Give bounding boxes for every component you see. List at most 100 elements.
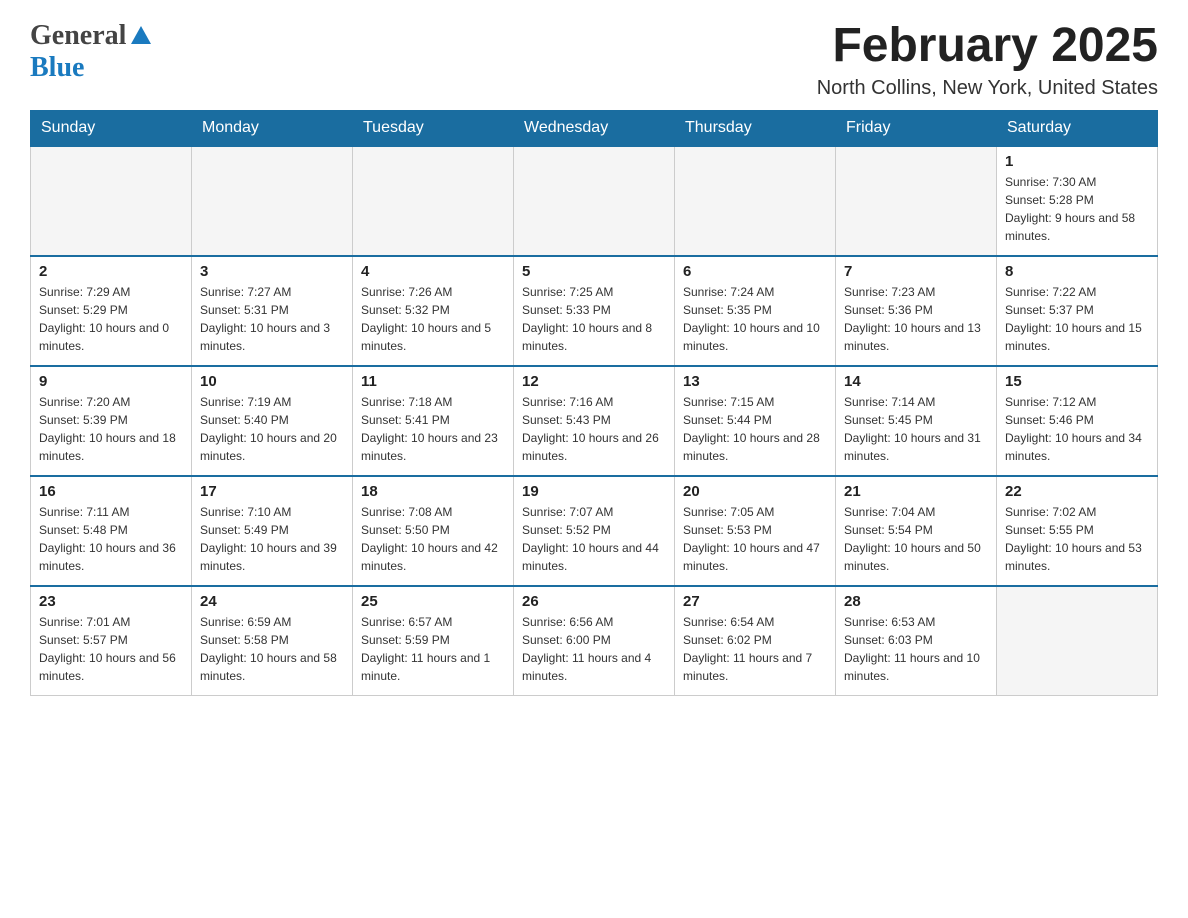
calendar-cell: 20Sunrise: 7:05 AMSunset: 5:53 PMDayligh… [675,476,836,586]
calendar-header-sunday: Sunday [31,110,192,146]
day-number: 23 [39,593,183,610]
calendar-cell: 4 Sunrise: 7:26 AMSunset: 5:32 PMDaylight… [353,256,514,366]
day-number: 27 [683,593,827,610]
calendar-cell: 12 Sunrise: 7:16 AMSunset: 5:43 PMDayligh… [514,366,675,476]
logo: General Blue [30,20,151,84]
day-info: Sunrise: 7:25 AMSunset: 5:33 PMDaylight:… [522,283,666,355]
day-number: 24 [200,593,344,610]
calendar-cell: 24 Sunrise: 6:59 AMSunset: 5:58 PMDayligh… [192,586,353,696]
calendar-cell: 1Sunrise: 7:30 AMSunset: 5:28 PMDaylight… [997,146,1158,256]
calendar-cell: 15 Sunrise: 7:12 AMSunset: 5:46 PMDayligh… [997,366,1158,476]
calendar-cell: 9 Sunrise: 7:20 AMSunset: 5:39 PMDaylight… [31,366,192,476]
calendar-cell: 22Sunrise: 7:02 AMSunset: 5:55 PMDayligh… [997,476,1158,586]
day-number: 26 [522,593,666,610]
page-header: General Blue February 2025 North Collins… [30,20,1158,100]
calendar-cell [192,146,353,256]
day-number: 5 [522,263,666,280]
day-number: 4 [361,263,505,280]
day-info: Sunrise: 7:15 AMSunset: 5:44 PMDaylight:… [683,393,827,465]
month-title: February 2025 [817,20,1158,73]
day-number: 10 [200,373,344,390]
day-info: Sunrise: 7:10 AMSunset: 5:49 PMDaylight:… [200,503,344,575]
day-number: 8 [1005,263,1149,280]
day-number: 14 [844,373,988,390]
day-info: Sunrise: 7:04 AMSunset: 5:54 PMDaylight:… [844,503,988,575]
day-info: Sunrise: 6:56 AMSunset: 6:00 PMDaylight:… [522,613,666,685]
calendar-table: SundayMondayTuesdayWednesdayThursdayFrid… [30,110,1158,697]
day-info: Sunrise: 7:27 AMSunset: 5:31 PMDaylight:… [200,283,344,355]
logo-general-text: General [30,20,126,52]
day-number: 17 [200,483,344,500]
day-info: Sunrise: 7:22 AMSunset: 5:37 PMDaylight:… [1005,283,1149,355]
calendar-cell: 2 Sunrise: 7:29 AMSunset: 5:29 PMDaylight… [31,256,192,366]
day-info: Sunrise: 6:53 AMSunset: 6:03 PMDaylight:… [844,613,988,685]
day-info: Sunrise: 7:20 AMSunset: 5:39 PMDaylight:… [39,393,183,465]
day-number: 9 [39,373,183,390]
day-number: 3 [200,263,344,280]
day-info: Sunrise: 7:26 AMSunset: 5:32 PMDaylight:… [361,283,505,355]
day-info: Sunrise: 7:19 AMSunset: 5:40 PMDaylight:… [200,393,344,465]
calendar-week-row: 1Sunrise: 7:30 AMSunset: 5:28 PMDaylight… [31,146,1158,256]
day-number: 13 [683,373,827,390]
logo-blue-text: Blue [30,52,84,83]
calendar-cell: 25 Sunrise: 6:57 AMSunset: 5:59 PMDayligh… [353,586,514,696]
calendar-cell [31,146,192,256]
day-number: 28 [844,593,988,610]
calendar-cell: 10 Sunrise: 7:19 AMSunset: 5:40 PMDayligh… [192,366,353,476]
calendar-cell [997,586,1158,696]
day-info: Sunrise: 6:57 AMSunset: 5:59 PMDaylight:… [361,613,505,685]
calendar-header-saturday: Saturday [997,110,1158,146]
calendar-cell [514,146,675,256]
day-number: 25 [361,593,505,610]
day-number: 19 [522,483,666,500]
day-number: 2 [39,263,183,280]
calendar-header-row: SundayMondayTuesdayWednesdayThursdayFrid… [31,110,1158,146]
calendar-cell: 11 Sunrise: 7:18 AMSunset: 5:41 PMDayligh… [353,366,514,476]
day-info: Sunrise: 7:18 AMSunset: 5:41 PMDaylight:… [361,393,505,465]
calendar-cell: 16 Sunrise: 7:11 AMSunset: 5:48 PMDayligh… [31,476,192,586]
day-info: Sunrise: 7:16 AMSunset: 5:43 PMDaylight:… [522,393,666,465]
calendar-header-monday: Monday [192,110,353,146]
calendar-cell: 13 Sunrise: 7:15 AMSunset: 5:44 PMDayligh… [675,366,836,476]
calendar-header-friday: Friday [836,110,997,146]
calendar-cell: 5 Sunrise: 7:25 AMSunset: 5:33 PMDaylight… [514,256,675,366]
calendar-cell: 28 Sunrise: 6:53 AMSunset: 6:03 PMDayligh… [836,586,997,696]
day-info: Sunrise: 6:54 AMSunset: 6:02 PMDaylight:… [683,613,827,685]
calendar-header-wednesday: Wednesday [514,110,675,146]
day-info: Sunrise: 7:30 AMSunset: 5:28 PMDaylight:… [1005,173,1149,245]
day-info: Sunrise: 7:14 AMSunset: 5:45 PMDaylight:… [844,393,988,465]
day-info: Sunrise: 7:01 AMSunset: 5:57 PMDaylight:… [39,613,183,685]
day-info: Sunrise: 7:23 AMSunset: 5:36 PMDaylight:… [844,283,988,355]
day-info: Sunrise: 7:07 AMSunset: 5:52 PMDaylight:… [522,503,666,575]
calendar-cell: 3 Sunrise: 7:27 AMSunset: 5:31 PMDaylight… [192,256,353,366]
calendar-cell: 6Sunrise: 7:24 AMSunset: 5:35 PMDaylight… [675,256,836,366]
calendar-cell: 19 Sunrise: 7:07 AMSunset: 5:52 PMDayligh… [514,476,675,586]
day-number: 7 [844,263,988,280]
logo-triangle-icon [131,26,151,49]
calendar-cell: 26 Sunrise: 6:56 AMSunset: 6:00 PMDayligh… [514,586,675,696]
calendar-cell: 27 Sunrise: 6:54 AMSunset: 6:02 PMDayligh… [675,586,836,696]
day-number: 16 [39,483,183,500]
day-number: 11 [361,373,505,390]
day-number: 22 [1005,483,1149,500]
calendar-cell: 7 Sunrise: 7:23 AMSunset: 5:36 PMDaylight… [836,256,997,366]
day-info: Sunrise: 6:59 AMSunset: 5:58 PMDaylight:… [200,613,344,685]
calendar-cell: 21 Sunrise: 7:04 AMSunset: 5:54 PMDayligh… [836,476,997,586]
day-number: 15 [1005,373,1149,390]
day-info: Sunrise: 7:29 AMSunset: 5:29 PMDaylight:… [39,283,183,355]
day-info: Sunrise: 7:24 AMSunset: 5:35 PMDaylight:… [683,283,827,355]
calendar-cell: 8 Sunrise: 7:22 AMSunset: 5:37 PMDaylight… [997,256,1158,366]
calendar-cell: 17 Sunrise: 7:10 AMSunset: 5:49 PMDayligh… [192,476,353,586]
day-info: Sunrise: 7:12 AMSunset: 5:46 PMDaylight:… [1005,393,1149,465]
calendar-cell: 23 Sunrise: 7:01 AMSunset: 5:57 PMDayligh… [31,586,192,696]
day-info: Sunrise: 7:05 AMSunset: 5:53 PMDaylight:… [683,503,827,575]
calendar-week-row: 16 Sunrise: 7:11 AMSunset: 5:48 PMDayligh… [31,476,1158,586]
calendar-cell [675,146,836,256]
day-info: Sunrise: 7:11 AMSunset: 5:48 PMDaylight:… [39,503,183,575]
day-number: 12 [522,373,666,390]
calendar-cell: 18Sunrise: 7:08 AMSunset: 5:50 PMDayligh… [353,476,514,586]
calendar-cell: 14 Sunrise: 7:14 AMSunset: 5:45 PMDayligh… [836,366,997,476]
day-number: 21 [844,483,988,500]
calendar-header-tuesday: Tuesday [353,110,514,146]
day-number: 18 [361,483,505,500]
